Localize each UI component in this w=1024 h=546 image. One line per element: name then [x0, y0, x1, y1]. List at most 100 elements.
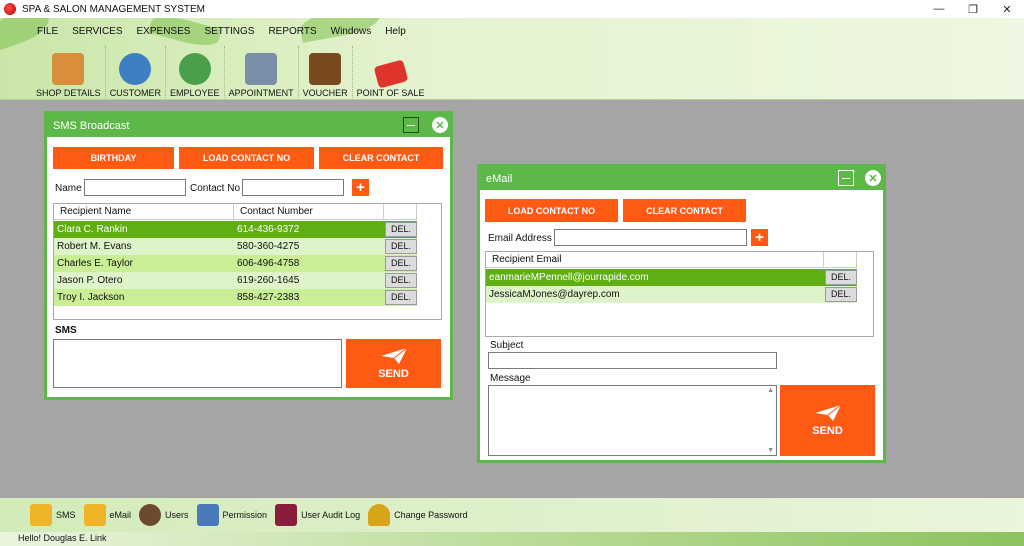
- delete-row-button[interactable]: DEL.: [385, 256, 417, 271]
- menu-bar: FILE SERVICES EXPENSES SETTINGS REPORTS …: [30, 26, 413, 37]
- tool-label: SHOP DETAILS: [36, 88, 101, 98]
- sms-load-contact-button[interactable]: LOAD CONTACT NO: [179, 147, 314, 169]
- contact-number-cell: 619-260-1645: [237, 275, 300, 286]
- audit-log-icon: [275, 504, 298, 526]
- menu-help[interactable]: Help: [378, 26, 413, 37]
- shortcut-label: SMS: [56, 510, 76, 520]
- key-icon: [368, 504, 391, 526]
- add-email-button[interactable]: +: [751, 229, 768, 246]
- restore-window-button[interactable]: ❐: [956, 0, 990, 18]
- tool-label: APPOINTMENT: [228, 88, 294, 98]
- contact-no-input[interactable]: [242, 179, 344, 196]
- minimize-window-button[interactable]: —: [922, 0, 956, 18]
- birthday-button[interactable]: BIRTHDAY: [53, 147, 174, 169]
- employee-button[interactable]: EMPLOYEE: [165, 46, 224, 98]
- user-audit-log-shortcut[interactable]: User Audit Log: [275, 504, 360, 526]
- customer-button[interactable]: CUSTOMER: [104, 46, 165, 98]
- tool-label: EMPLOYEE: [170, 88, 220, 98]
- shortcut-label: Users: [165, 510, 189, 520]
- ribbon: FILE SERVICES EXPENSES SETTINGS REPORTS …: [0, 18, 1024, 100]
- calendar-icon: [245, 53, 278, 85]
- sale-tag-icon: [373, 59, 408, 89]
- email-recipient-grid: Recipient Email eanmarieMPennell@jourrap…: [485, 251, 874, 337]
- delete-row-button[interactable]: DEL.: [385, 273, 417, 288]
- app-logo-icon: [4, 3, 16, 15]
- sms-send-button[interactable]: SEND: [346, 339, 441, 388]
- table-row[interactable]: Clara C. Rankin 614-436-9372 DEL.: [54, 221, 417, 238]
- sms-message-input[interactable]: [53, 339, 342, 388]
- sms-label: SMS: [55, 325, 77, 336]
- table-row[interactable]: JessicaMJones@dayrep.com DEL.: [486, 286, 857, 303]
- sms-dialog-title: SMS Broadcast: [53, 119, 130, 132]
- permission-shortcut[interactable]: Permission: [196, 504, 267, 526]
- table-row[interactable]: Jason P. Otero 619-260-1645 DEL.: [54, 272, 417, 289]
- sms-close-button[interactable]: ✕: [432, 117, 448, 133]
- name-input[interactable]: [84, 179, 186, 196]
- email-load-contact-button[interactable]: LOAD CONTACT NO: [485, 199, 618, 222]
- close-window-button[interactable]: ✕: [990, 0, 1024, 18]
- email-shortcut[interactable]: eMail: [83, 504, 131, 526]
- sms-shortcut[interactable]: SMS: [30, 504, 76, 526]
- contact-number-cell: 858-427-2383: [237, 292, 300, 303]
- sms-minimize-button[interactable]: [403, 117, 419, 133]
- email-address-input[interactable]: [554, 229, 747, 246]
- permission-icon: [196, 504, 219, 526]
- appointment-button[interactable]: APPOINTMENT: [223, 46, 298, 98]
- email-address-label: Email Address: [488, 233, 552, 244]
- contact-number-cell: 606-496-4758: [237, 258, 300, 269]
- table-row[interactable]: Charles E. Taylor 606-496-4758 DEL.: [54, 255, 417, 272]
- tool-label: CUSTOMER: [109, 88, 162, 98]
- menu-expenses[interactable]: EXPENSES: [130, 26, 198, 37]
- delete-row-button[interactable]: DEL.: [385, 290, 417, 305]
- message-label: Message: [490, 373, 531, 384]
- sms-recipient-grid: Recipient Name Contact Number Clara C. R…: [53, 203, 442, 320]
- voucher-button[interactable]: VOUCHER: [297, 46, 352, 98]
- users-shortcut[interactable]: Users: [139, 504, 189, 526]
- delete-row-button[interactable]: DEL.: [825, 270, 857, 285]
- name-label: Name: [55, 183, 82, 194]
- menu-reports[interactable]: REPORTS: [261, 26, 323, 37]
- voucher-icon: [309, 53, 342, 85]
- scroll-down-icon[interactable]: ▼: [767, 447, 774, 454]
- change-password-shortcut[interactable]: Change Password: [368, 504, 468, 526]
- sms-broadcast-dialog: SMS Broadcast ✕ BIRTHDAY LOAD CONTACT NO…: [44, 111, 453, 400]
- recipient-email-cell: eanmarieMPennell@jourrapide.com: [489, 272, 649, 283]
- scroll-up-icon[interactable]: ▲: [767, 387, 774, 394]
- email-dialog-header: eMail ✕: [480, 167, 883, 190]
- email-clear-contact-button[interactable]: CLEAR CONTACT: [623, 199, 746, 222]
- email-close-button[interactable]: ✕: [865, 170, 881, 186]
- sms-icon: [30, 504, 52, 526]
- menu-settings[interactable]: SETTINGS: [197, 26, 261, 37]
- recipient-name-cell: Charles E. Taylor: [57, 258, 133, 269]
- menu-services[interactable]: SERVICES: [65, 26, 129, 37]
- subject-input[interactable]: [488, 352, 777, 369]
- sms-clear-contact-button[interactable]: CLEAR CONTACT: [319, 147, 443, 169]
- send-label: SEND: [378, 367, 409, 380]
- delete-row-button[interactable]: DEL.: [385, 222, 417, 237]
- add-contact-button[interactable]: +: [352, 179, 369, 196]
- menu-file[interactable]: FILE: [30, 26, 65, 37]
- employee-icon: [178, 53, 211, 85]
- message-input[interactable]: ▲ ▼: [488, 385, 777, 456]
- table-row[interactable]: eanmarieMPennell@jourrapide.com DEL.: [486, 269, 857, 286]
- email-dialog: eMail ✕ LOAD CONTACT NO CLEAR CONTACT Em…: [477, 164, 886, 463]
- menu-windows[interactable]: Windows: [324, 26, 379, 37]
- email-send-button[interactable]: SEND: [780, 385, 875, 456]
- delete-row-button[interactable]: DEL.: [825, 287, 857, 302]
- table-row[interactable]: Troy I. Jackson 858-427-2383 DEL.: [54, 289, 417, 306]
- table-row[interactable]: Robert M. Evans 580-360-4275 DEL.: [54, 238, 417, 255]
- shop-details-button[interactable]: SHOP DETAILS: [32, 46, 105, 98]
- delete-row-button[interactable]: DEL.: [385, 239, 417, 254]
- email-minimize-button[interactable]: [838, 170, 854, 186]
- tool-label: POINT OF SALE: [356, 88, 425, 98]
- sms-dialog-header: SMS Broadcast ✕: [47, 114, 450, 137]
- send-label: SEND: [812, 424, 843, 437]
- email-dialog-title: eMail: [486, 172, 513, 185]
- contact-no-label: Contact No: [190, 183, 241, 194]
- title-bar: SPA & SALON MANAGEMENT SYSTEM — ❐ ✕: [0, 0, 1024, 18]
- recipient-name-cell: Clara C. Rankin: [57, 224, 128, 235]
- column-header-blank: [384, 204, 417, 220]
- recipient-name-cell: Jason P. Otero: [57, 275, 123, 286]
- column-header-recipient-email: Recipient Email: [486, 252, 824, 268]
- point-of-sale-button[interactable]: POINT OF SALE: [351, 46, 429, 98]
